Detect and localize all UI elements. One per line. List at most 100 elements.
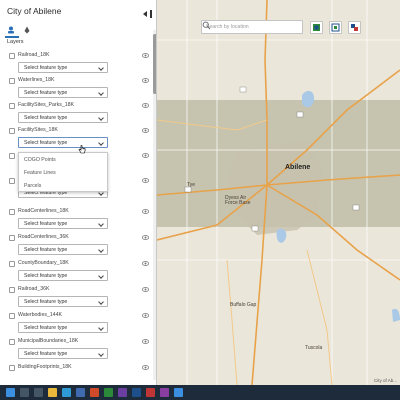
layer-checkbox[interactable] <box>9 178 15 184</box>
search-icon[interactable] <box>202 21 211 30</box>
panel-tabs <box>7 26 31 34</box>
layer-name: Railroad_18K <box>18 52 50 58</box>
map-view[interactable]: Search by location Abilene Tye Dyess Air… <box>157 0 400 385</box>
layer-checkbox[interactable] <box>9 287 15 293</box>
feature-type-select[interactable]: Select feature type <box>18 112 108 123</box>
layer-name: Railroad_36K <box>18 286 50 292</box>
visibility-eye-icon[interactable] <box>142 78 149 83</box>
layer-row: RoadCenterlines_18K Select feature type <box>0 206 153 232</box>
map-label-dyess: Dyess Air Force Base <box>225 195 251 206</box>
layer-row: FacilitySites_Parks_18K Select feature t… <box>0 100 153 126</box>
windows-start-icon[interactable] <box>6 388 15 397</box>
zoom-extent-button[interactable] <box>329 21 342 34</box>
layer-checkbox[interactable] <box>9 153 15 159</box>
chevron-down-icon <box>98 65 104 71</box>
feature-type-select[interactable]: Select feature type <box>18 218 108 229</box>
layer-name: Waterlines_18K <box>18 77 55 83</box>
layer-name: FacilitySites_18K <box>18 127 58 133</box>
visibility-eye-icon[interactable] <box>142 339 149 344</box>
collapse-panel-icon[interactable] <box>143 10 152 18</box>
dropdown-option[interactable]: COGO Points <box>24 157 56 163</box>
map-label-buffalo-gap: Buffalo Gap <box>230 302 257 308</box>
visibility-eye-icon[interactable] <box>142 178 149 183</box>
layer-row: BuildingFootprints_18K <box>0 362 153 385</box>
visibility-eye-icon[interactable] <box>142 53 149 58</box>
map-label-abilene: Abilene <box>285 164 311 171</box>
visibility-eye-icon[interactable] <box>142 153 149 158</box>
search-input[interactable]: Search by location <box>201 20 303 34</box>
task-view-icon[interactable] <box>34 388 43 397</box>
map-label-tye: Tye <box>187 182 196 188</box>
layer-checkbox[interactable] <box>9 339 15 345</box>
fullscreen-button[interactable] <box>310 21 323 34</box>
layer-name: RoadCenterlines_36K <box>18 234 69 240</box>
layer-name: Waterbodies_144K <box>18 312 62 318</box>
app-window: City of Abilene Layers Railroad_18K Sele… <box>0 0 400 385</box>
chevron-down-icon <box>98 325 104 331</box>
app-icon[interactable] <box>146 388 155 397</box>
layers-tool-button[interactable] <box>348 21 361 34</box>
layer-row: RoadCenterlines_36K Select feature type <box>0 232 153 258</box>
feature-type-select[interactable]: Select feature type <box>18 296 108 307</box>
search-icon[interactable] <box>20 388 29 397</box>
layer-name: RoadCenterlines_18K <box>18 208 69 214</box>
visibility-eye-icon[interactable] <box>142 103 149 108</box>
layer-checkbox[interactable] <box>9 365 15 371</box>
layer-checkbox[interactable] <box>9 235 15 241</box>
visibility-eye-icon[interactable] <box>142 261 149 266</box>
layer-checkbox[interactable] <box>9 313 15 319</box>
layer-name: CountyBoundary_18K <box>18 260 69 266</box>
hand-cursor-icon <box>78 145 86 154</box>
app-icon[interactable] <box>76 388 85 397</box>
layer-name: MunicipalBoundaries_18K <box>18 338 79 344</box>
feature-type-dropdown: COGO Points Feature Lines Parcels <box>18 152 108 192</box>
chevron-down-icon <box>98 115 104 121</box>
layer-checkbox[interactable] <box>9 261 15 267</box>
chevron-down-icon <box>98 221 104 227</box>
app-icon[interactable] <box>90 388 99 397</box>
feature-type-select[interactable]: Select feature type <box>18 87 108 98</box>
edge-icon[interactable] <box>62 388 71 397</box>
app-icon[interactable] <box>174 388 183 397</box>
layer-row: Waterlines_18K Select feature type <box>0 75 153 101</box>
visibility-eye-icon[interactable] <box>142 313 149 318</box>
feature-type-select[interactable]: Select feature type <box>18 322 108 333</box>
taskbar <box>0 385 400 400</box>
app-icon[interactable] <box>160 388 169 397</box>
layers-heading: Layers <box>7 39 24 45</box>
chevron-down-icon <box>98 247 104 253</box>
feature-type-select[interactable]: Select feature type <box>18 137 108 148</box>
layer-panel: City of Abilene Layers Railroad_18K Sele… <box>0 0 157 385</box>
map-attribution: City of Ab... <box>373 378 397 383</box>
feature-type-select[interactable]: Select feature type <box>18 270 108 281</box>
visibility-eye-icon[interactable] <box>142 287 149 292</box>
app-icon[interactable] <box>118 388 127 397</box>
layer-checkbox[interactable] <box>9 53 15 59</box>
app-icon[interactable] <box>104 388 113 397</box>
active-tab-indicator <box>5 36 19 38</box>
layer-row: FacilitySites_18K Select feature type <box>0 125 153 151</box>
feature-type-select[interactable]: Select feature type <box>18 244 108 255</box>
layer-checkbox[interactable] <box>9 128 15 134</box>
layer-checkbox[interactable] <box>9 78 15 84</box>
layer-checkbox[interactable] <box>9 103 15 109</box>
layer-row: MunicipalBoundaries_18K Select feature t… <box>0 336 153 362</box>
layer-row: Railroad_18K Select feature type <box>0 50 153 76</box>
feature-type-select[interactable]: Select feature type <box>18 62 108 73</box>
layer-row: Waterbodies_144K Select feature type <box>0 310 153 336</box>
layer-name: BuildingFootprints_18K <box>18 364 72 370</box>
visibility-eye-icon[interactable] <box>142 235 149 240</box>
fullscreen-icon <box>313 24 320 31</box>
visibility-eye-icon[interactable] <box>142 209 149 214</box>
visibility-eye-icon[interactable] <box>142 128 149 133</box>
file-explorer-icon[interactable] <box>48 388 57 397</box>
feature-type-select[interactable]: Select feature type <box>18 348 108 359</box>
layers-tab-icon[interactable] <box>7 26 15 34</box>
dropdown-option[interactable]: Parcels <box>24 183 41 189</box>
visibility-eye-icon[interactable] <box>142 365 149 370</box>
dropdown-option[interactable]: Feature Lines <box>24 170 56 176</box>
legend-tab-icon[interactable] <box>23 26 31 34</box>
layer-row: Railroad_36K Select feature type <box>0 284 153 310</box>
layer-checkbox[interactable] <box>9 209 15 215</box>
app-icon[interactable] <box>132 388 141 397</box>
